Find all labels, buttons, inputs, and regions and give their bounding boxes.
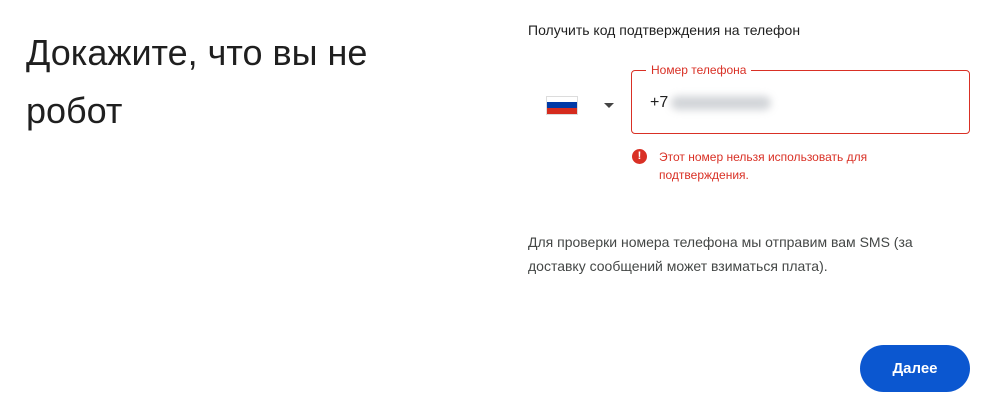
error-icon: ! (632, 149, 647, 164)
country-selector[interactable] (540, 90, 620, 120)
phone-error-message: ! Этот номер нельзя использовать для под… (632, 148, 952, 184)
phone-number-label: Номер телефона (646, 62, 752, 78)
sms-info-text: Для проверки номера телефона мы отправим… (528, 234, 913, 274)
page-title: Докажите, что вы не робот (26, 32, 368, 131)
russia-flag-icon (546, 95, 578, 115)
verification-subtitle: Получить код подтверждения на телефон (528, 22, 801, 38)
phone-number-input[interactable]: +7 (650, 92, 772, 114)
chevron-down-icon (604, 102, 614, 108)
blurred-phone-digits (671, 96, 772, 110)
flag-stripe-red (547, 107, 577, 114)
phone-number-field[interactable]: Номер телефона +7 (631, 62, 970, 134)
phone-error-text: Этот номер нельзя использовать для подтв… (659, 150, 868, 182)
phone-country-code: +7 (650, 94, 669, 111)
next-button[interactable]: Далее (860, 345, 970, 392)
